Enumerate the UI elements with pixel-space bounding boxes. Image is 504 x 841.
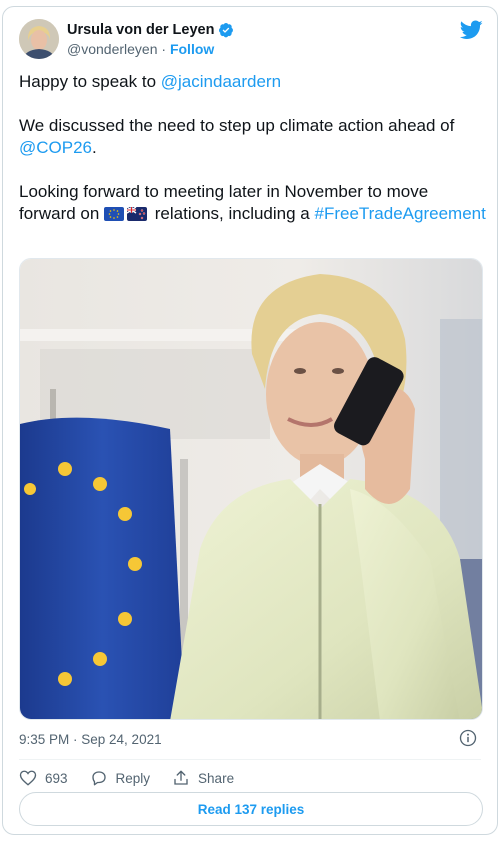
- read-replies-button[interactable]: Read 137 replies: [19, 792, 483, 826]
- author-handle[interactable]: @vonderleyen: [67, 41, 158, 57]
- hashtag-link-freetradeagreement[interactable]: #FreeTradeAgreement: [314, 204, 485, 223]
- like-count: 693: [45, 770, 68, 786]
- mention-link-cop26[interactable]: @COP26: [19, 138, 92, 157]
- follow-button[interactable]: Follow: [170, 41, 214, 57]
- verified-badge-icon: [219, 23, 234, 38]
- tweet-photo[interactable]: [19, 258, 483, 720]
- new-zealand-flag-icon: [127, 207, 148, 221]
- tweet-paragraph-3: Looking forward to meeting later in Nove…: [19, 181, 489, 225]
- tweet-text-segment: relations, including a: [150, 204, 315, 223]
- tweet-card: Ursula von der Leyen @vonderleyen · Foll…: [2, 6, 498, 835]
- like-button[interactable]: 693: [19, 769, 68, 787]
- reply-label: Reply: [115, 770, 151, 786]
- author-name-row[interactable]: Ursula von der Leyen: [67, 22, 234, 38]
- mention-link-jacindaardern[interactable]: @jacindaardern: [161, 72, 281, 91]
- tweet-text: Happy to speak to @jacindaardern We disc…: [19, 71, 489, 247]
- tweet-text-segment: Happy to speak to: [19, 72, 161, 91]
- eu-flag-icon: [104, 207, 125, 221]
- share-label: Share: [198, 770, 235, 786]
- share-button[interactable]: Share: [172, 769, 234, 787]
- handle-separator: ·: [161, 41, 167, 57]
- twitter-bird-icon[interactable]: [460, 20, 483, 40]
- avatar[interactable]: [19, 19, 59, 59]
- tweet-paragraph-2: We discussed the need to step up climate…: [19, 115, 489, 159]
- heart-icon: [19, 770, 37, 786]
- divider: [19, 759, 481, 760]
- info-icon[interactable]: [459, 729, 477, 747]
- reply-button[interactable]: Reply: [90, 769, 151, 787]
- tweet-text-segment: We discussed the need to step up climate…: [19, 116, 455, 135]
- tweet-text-segment: .: [92, 138, 97, 157]
- action-bar: 693 Reply Share: [19, 769, 256, 787]
- author-name[interactable]: Ursula von der Leyen: [67, 22, 214, 38]
- share-icon: [174, 770, 188, 785]
- tweet-timestamp[interactable]: 9:35 PM · Sep 24, 2021: [19, 732, 162, 747]
- reply-bubble-icon: [91, 771, 106, 786]
- tweet-paragraph-1: Happy to speak to @jacindaardern: [19, 71, 489, 93]
- handle-row: @vonderleyen · Follow: [67, 41, 214, 57]
